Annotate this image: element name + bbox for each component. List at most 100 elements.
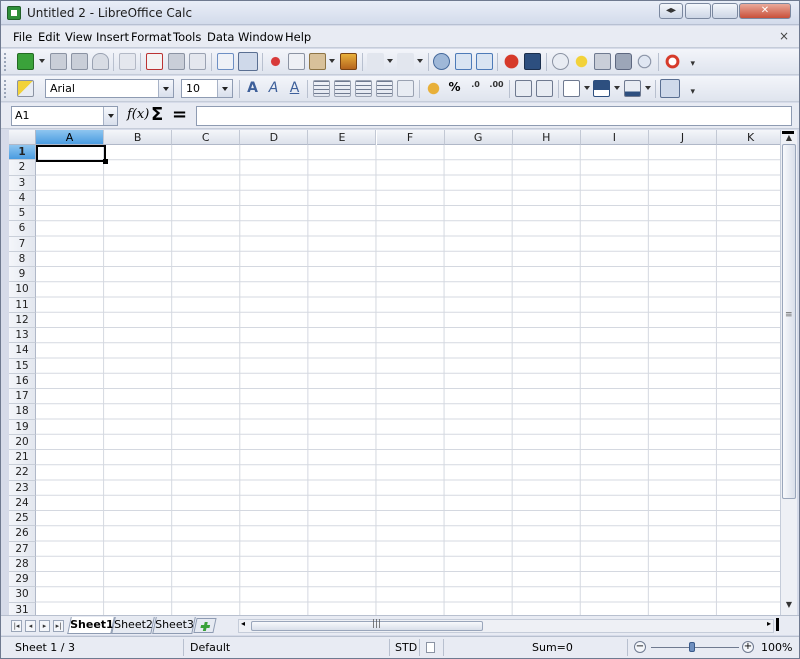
last-sheet-icon[interactable]: ▸| [53,620,64,632]
first-sheet-icon[interactable]: |◂ [11,620,22,632]
horizontal-scroll-thumb[interactable]: ||| [251,619,483,631]
sum-icon[interactable]: Σ [151,104,163,125]
redo-dropdown-icon[interactable] [417,59,423,63]
clone-formatting-icon[interactable] [340,53,357,70]
page-style[interactable]: Default [190,641,230,654]
undo-dropdown-icon[interactable] [387,59,393,63]
row-header-2[interactable]: 2 [9,160,36,176]
previous-sheet-icon[interactable]: ◂ [25,620,36,632]
row-header-30[interactable]: 30 [9,587,36,603]
close-button[interactable]: ✕ [739,3,791,19]
column-header-e[interactable]: E [308,130,377,145]
column-header-b[interactable]: B [104,130,173,145]
open-icon[interactable] [50,53,67,70]
name-box[interactable]: A1 [11,106,118,126]
cut-icon[interactable] [267,53,284,70]
currency-icon[interactable] [425,80,442,97]
print-preview-icon[interactable] [189,53,206,70]
paste-icon[interactable] [309,53,326,70]
horizontal-scrollbar[interactable]: ◂ ||| ▸ [238,619,774,633]
paste-dropdown-icon[interactable] [329,59,335,63]
navigator-icon[interactable] [552,53,569,70]
menu-insert[interactable]: Insert [96,30,129,44]
menu-format[interactable]: Format [131,30,172,44]
font-size-box[interactable]: 10 [181,79,233,98]
chevron-down-icon[interactable] [158,80,173,97]
italic-icon[interactable]: A [265,80,282,97]
new-document-icon[interactable] [17,53,34,70]
toolbar-grip[interactable] [4,80,8,98]
row-header-24[interactable]: 24 [9,495,36,511]
underline-icon[interactable]: A [286,80,303,97]
save-icon[interactable] [71,53,88,70]
help-icon[interactable] [664,53,681,70]
row-header-3[interactable]: 3 [9,175,36,191]
row-header-17[interactable]: 17 [9,389,36,405]
cell-cursor-a1[interactable] [36,145,108,164]
undo-icon[interactable] [367,53,384,70]
zoom-slider[interactable] [651,647,739,648]
scroll-down-icon[interactable]: ▼ [783,600,795,612]
pivot-table-icon[interactable] [524,53,541,70]
print-icon[interactable] [168,53,185,70]
column-header-h[interactable]: H [512,130,581,145]
menu-view[interactable]: View [65,30,92,44]
formula-input[interactable] [196,106,792,126]
column-header-j[interactable]: J [648,130,717,145]
standard-format-icon[interactable]: .0 [467,80,484,97]
function-wizard-icon[interactable]: f(x) [127,107,149,122]
background-color-icon[interactable] [624,80,641,97]
vertical-scroll-thumb[interactable] [782,144,796,499]
scroll-right-icon[interactable]: ▸ [767,619,771,628]
column-header-c[interactable]: C [172,130,241,145]
column-header-a[interactable]: A [36,130,105,145]
decrease-indent-icon[interactable] [515,80,532,97]
row-header-13[interactable]: 13 [9,328,36,344]
vertical-split-handle[interactable] [782,131,794,134]
column-header-f[interactable]: F [376,130,445,145]
align-center-icon[interactable] [334,80,351,97]
row-header-25[interactable]: 25 [9,511,36,527]
toolbar-more-icon[interactable]: ▾ [690,59,695,69]
scroll-left-icon[interactable]: ◂ [241,619,245,628]
align-right-icon[interactable] [355,80,372,97]
row-header-4[interactable]: 4 [9,190,36,206]
menu-edit[interactable]: Edit [38,30,60,44]
row-header-26[interactable]: 26 [9,526,36,542]
vertical-scrollbar[interactable]: ▲ ▼ [780,130,797,615]
row-header-8[interactable]: 8 [9,251,36,267]
background-color-dropdown-icon[interactable] [645,86,651,90]
gallery-icon[interactable] [573,53,590,70]
borders-dropdown-icon[interactable] [584,86,590,90]
row-header-5[interactable]: 5 [9,206,36,222]
percent-icon[interactable]: % [446,80,463,97]
menu-tools[interactable]: Tools [173,30,201,44]
chart-icon[interactable] [503,53,520,70]
column-header-k[interactable]: K [717,130,780,145]
minimize-button[interactable] [685,3,711,19]
menu-help[interactable]: Help [285,30,311,44]
merge-cells-icon[interactable] [397,80,414,97]
sort-descending-icon[interactable] [476,53,493,70]
row-header-10[interactable]: 10 [9,282,36,298]
row-header-18[interactable]: 18 [9,404,36,420]
row-header-20[interactable]: 20 [9,434,36,450]
select-all-corner[interactable] [9,130,36,145]
email-icon[interactable] [92,53,109,70]
row-header-29[interactable]: 29 [9,572,36,588]
row-header-1[interactable]: 1 [9,145,36,161]
export-pdf-icon[interactable] [146,53,163,70]
copy-icon[interactable] [288,53,305,70]
menu-file[interactable]: File [13,30,32,44]
add-sheet-icon[interactable] [193,618,217,633]
restore-arrows-button[interactable]: ◂▸ [659,3,683,19]
menu-data[interactable]: Data [207,30,234,44]
row-header-22[interactable]: 22 [9,465,36,481]
column-header-i[interactable]: I [580,130,649,145]
zoom-out-icon[interactable]: − [634,641,646,653]
spellcheck-icon[interactable] [217,53,234,70]
tab-sheet2[interactable]: Sheet2 [111,617,155,634]
zoom-icon[interactable] [636,53,653,70]
row-header-23[interactable]: 23 [9,480,36,496]
row-header-21[interactable]: 21 [9,450,36,466]
